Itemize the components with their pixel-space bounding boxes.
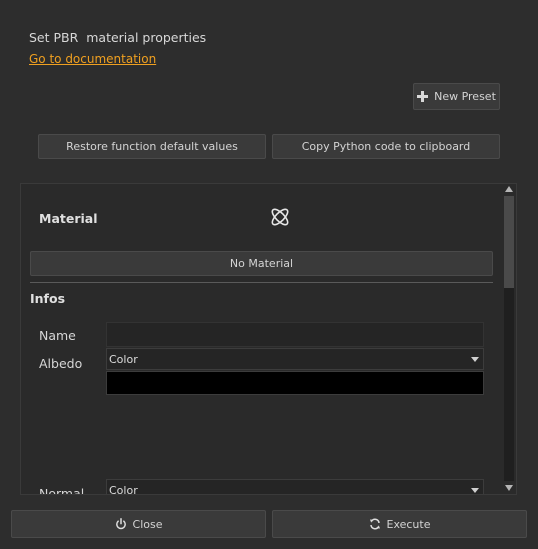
normal-label: Normal [39,486,85,495]
scroll-down-arrow-icon[interactable] [505,485,513,491]
name-field[interactable] [106,322,484,347]
divider [30,282,493,283]
new-preset-label: New Preset [434,90,496,103]
power-icon [115,518,126,530]
close-button[interactable]: Close [11,510,266,538]
albedo-mode-value: Color [109,352,138,366]
scroll-up-arrow-icon[interactable] [505,186,513,192]
albedo-label: Albedo [39,356,83,371]
documentation-link[interactable]: Go to documentation [29,52,156,66]
normal-mode-select[interactable]: Color [106,479,484,495]
close-label: Close [132,517,163,531]
no-material-button[interactable]: No Material [30,251,493,276]
scrollbar-thumb[interactable] [504,196,514,288]
execute-button[interactable]: Execute [272,510,527,538]
albedo-color-swatch[interactable] [106,371,484,395]
name-label: Name [39,328,76,343]
copy-python-button[interactable]: Copy Python code to clipboard [272,134,500,159]
execute-label: Execute [386,517,431,531]
infos-heading: Infos [30,291,66,306]
restore-defaults-button[interactable]: Restore function default values [38,134,266,159]
material-icon[interactable] [268,205,292,229]
new-preset-button[interactable]: New Preset [413,83,500,110]
chevron-down-icon [471,357,479,362]
vertical-scrollbar[interactable] [502,184,516,494]
chevron-down-icon [471,488,479,493]
parameters-panel: Material No Material Infos Name Albedo C… [20,183,517,495]
page-title: Set PBR material properties [29,30,207,45]
material-label: Material [39,211,98,226]
normal-mode-value: Color [109,483,138,495]
plus-icon [417,91,429,102]
albedo-mode-select[interactable]: Color [106,348,484,370]
refresh-icon [369,518,380,530]
